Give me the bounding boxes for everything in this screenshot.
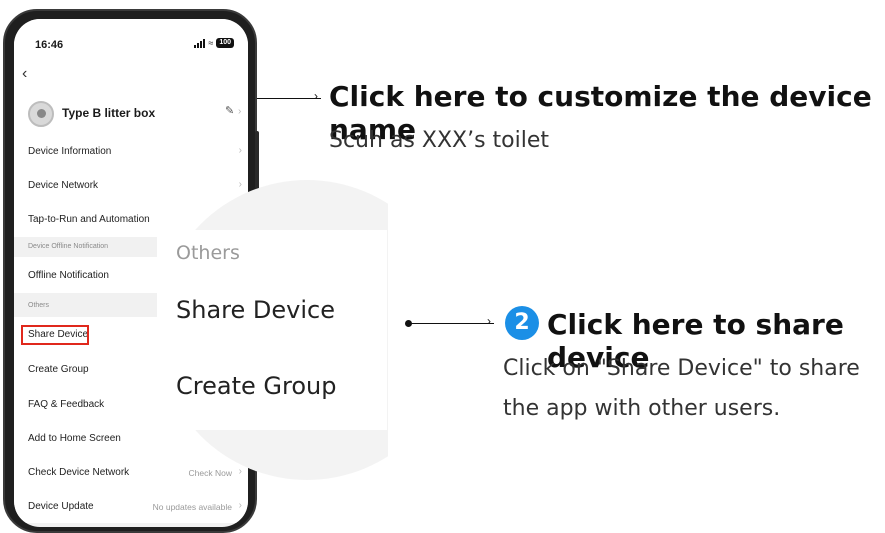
device-name: Type B litter box xyxy=(62,106,156,120)
zoom-share-device: Share Device xyxy=(176,296,335,324)
row-label: Add to Home Screen xyxy=(28,433,121,444)
chevron-right-icon: › xyxy=(238,145,242,156)
back-icon[interactable]: ‹ xyxy=(22,65,27,83)
row-label: Offline Notification xyxy=(28,270,109,281)
signal-icon xyxy=(194,38,206,48)
arrow-head-icon: › xyxy=(487,314,491,328)
row-label: Create Group xyxy=(28,364,89,375)
row-check-network[interactable]: Check Device Network Check Now › xyxy=(14,455,248,489)
row-value: No updates available xyxy=(152,502,232,512)
arrow-head-icon: › xyxy=(314,89,318,103)
row-value: Check Now xyxy=(188,468,232,478)
arrow-line-1 xyxy=(257,98,321,99)
row-device-update[interactable]: Device Update No updates available › xyxy=(14,489,248,523)
section-label: Others xyxy=(28,302,50,309)
row-label: FAQ & Feedback xyxy=(28,399,105,410)
device-name-row[interactable]: Type B litter box ✎ › xyxy=(14,97,248,137)
section-label: Device Offline Notification xyxy=(28,243,109,250)
zoom-create-group: Create Group xyxy=(176,372,337,400)
annotation-2-line2: the app with other users. xyxy=(503,396,781,421)
status-icons: ≈ 100 xyxy=(194,38,234,48)
row-label: Tap-to-Run and Automation xyxy=(28,214,150,225)
step-badge: 2 xyxy=(505,306,539,340)
status-time: 16:46 xyxy=(35,39,64,51)
nav-bar: ‹ xyxy=(14,59,248,97)
row-label: Device Network xyxy=(28,180,99,191)
row-device-network[interactable]: Device Network › xyxy=(14,169,248,203)
chevron-right-icon: › xyxy=(238,106,242,117)
device-image xyxy=(28,101,54,127)
zoom-others-label: Others xyxy=(176,242,240,264)
share-device-highlight xyxy=(21,325,89,345)
side-button xyxy=(255,131,259,191)
wifi-icon: ≈ xyxy=(208,38,214,48)
row-device-information[interactable]: Device Information › xyxy=(14,137,248,169)
chevron-right-icon: › xyxy=(238,466,242,477)
chevron-right-icon: › xyxy=(238,179,242,190)
battery-icon: 100 xyxy=(216,38,234,48)
annotation-1-subtitle: Scuh as XXX’s toilet xyxy=(329,128,550,153)
status-bar: 16:46 ≈ 100 xyxy=(14,19,248,59)
row-label: Check Device Network xyxy=(28,467,130,478)
edit-icon[interactable]: ✎ xyxy=(225,104,234,117)
annotation-2-line1: Click on "Share Device" to share xyxy=(503,356,860,381)
row-label: Device Information xyxy=(28,146,112,157)
row-label: Device Update xyxy=(28,501,94,512)
chevron-right-icon: › xyxy=(238,500,242,511)
arrow-line-2 xyxy=(410,323,494,324)
